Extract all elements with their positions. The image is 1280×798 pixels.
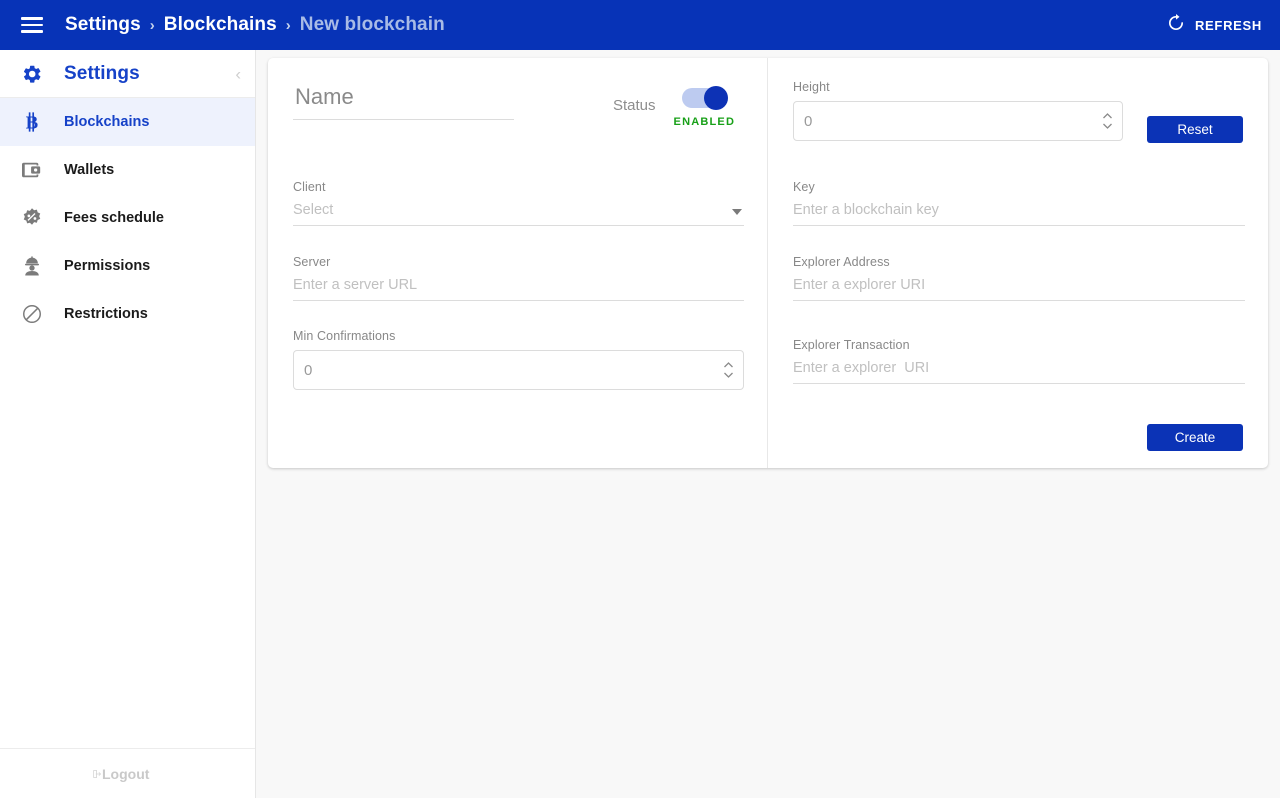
- client-label: Client: [293, 180, 326, 194]
- height-input[interactable]: [793, 101, 1123, 141]
- sidebar-item-label: Permissions: [64, 258, 151, 274]
- status-label: Status: [613, 97, 656, 114]
- sidebar-item-label: Fees schedule: [64, 210, 164, 226]
- logout-icon: [0, 764, 102, 784]
- sidebar-item-restrictions[interactable]: Restrictions: [0, 290, 255, 338]
- form-column-left: Status ENABLED Client Server: [268, 58, 768, 468]
- sidebar-item-label: Blockchains: [64, 114, 150, 130]
- height-stepper[interactable]: [1102, 113, 1113, 130]
- sidebar-item-wallets[interactable]: Wallets: [0, 146, 255, 194]
- wallet-icon: [0, 160, 64, 180]
- logout-label: Logout: [102, 765, 150, 782]
- key-input[interactable]: [793, 202, 1245, 226]
- explorer-address-field: Explorer Address: [793, 255, 1245, 301]
- explorer-transaction-field: Explorer Transaction: [793, 338, 1245, 384]
- sidebar-item-blockchains[interactable]: B B Blockchains: [0, 98, 255, 146]
- explorer-transaction-input[interactable]: [793, 360, 1245, 384]
- hamburger-menu-icon[interactable]: [21, 17, 43, 33]
- breadcrumb-item-new-blockchain: New blockchain: [299, 14, 445, 35]
- refresh-button[interactable]: REFRESH: [1166, 0, 1262, 50]
- server-field: Server: [293, 255, 744, 301]
- min-confirmations-input[interactable]: [293, 350, 744, 390]
- svg-text:B: B: [26, 112, 38, 132]
- height-field: Height: [793, 80, 1123, 141]
- refresh-label: REFRESH: [1194, 17, 1262, 33]
- sidebar-header: Settings ‹: [0, 50, 255, 98]
- main-content: Status ENABLED Client Server: [256, 50, 1280, 798]
- sidebar-item-label: Restrictions: [64, 306, 148, 322]
- breadcrumb: Settings › Blockchains › New blockchain: [65, 14, 445, 36]
- status-badge: ENABLED: [673, 116, 736, 128]
- refresh-icon: [1166, 13, 1186, 38]
- logout-button[interactable]: Logout: [0, 748, 255, 798]
- status-toggle[interactable]: [682, 86, 729, 110]
- no-entry-icon: [0, 303, 64, 325]
- explorer-transaction-label: Explorer Transaction: [793, 338, 910, 352]
- client-select[interactable]: [293, 202, 744, 226]
- min-confirmations-stepper[interactable]: [723, 362, 734, 379]
- explorer-address-input[interactable]: [793, 277, 1245, 301]
- chevron-left-icon[interactable]: ‹: [235, 65, 241, 82]
- create-button[interactable]: Create: [1147, 424, 1243, 451]
- sidebar: Settings ‹ B B Blockchains Wallets Fees …: [0, 50, 256, 798]
- percent-badge-icon: [0, 207, 64, 229]
- server-label: Server: [293, 255, 331, 269]
- name-input[interactable]: [293, 84, 514, 120]
- breadcrumb-separator: ›: [149, 16, 155, 34]
- status-toggle-knob: [704, 86, 729, 110]
- breadcrumb-separator: ›: [285, 16, 291, 34]
- height-label: Height: [793, 80, 830, 94]
- bitcoin-icon: B B: [0, 111, 64, 133]
- breadcrumb-item-blockchains[interactable]: Blockchains: [164, 14, 277, 36]
- breadcrumb-item-settings[interactable]: Settings: [65, 14, 141, 36]
- sidebar-item-label: Wallets: [64, 162, 115, 178]
- app-bar: Settings › Blockchains › New blockchain …: [0, 0, 1280, 50]
- sidebar-title: Settings: [64, 62, 140, 84]
- engineer-icon: [0, 255, 64, 277]
- reset-button[interactable]: Reset: [1147, 116, 1243, 143]
- client-field: Client: [293, 180, 744, 226]
- key-label: Key: [793, 180, 815, 194]
- min-confirmations-field: Min Confirmations: [293, 329, 744, 390]
- new-blockchain-form-card: Status ENABLED Client Server: [268, 58, 1268, 468]
- form-column-right: Height Reset Key Explorer Address: [768, 58, 1267, 468]
- name-field: [293, 84, 514, 120]
- status-field: Status ENABLED: [613, 86, 736, 128]
- min-confirmations-label: Min Confirmations: [293, 329, 396, 343]
- sidebar-item-fees-schedule[interactable]: Fees schedule: [0, 194, 255, 242]
- key-field: Key: [793, 180, 1245, 226]
- gear-icon: [0, 63, 64, 85]
- explorer-address-label: Explorer Address: [793, 255, 890, 269]
- sidebar-item-permissions[interactable]: Permissions: [0, 242, 255, 290]
- server-input[interactable]: [293, 277, 744, 301]
